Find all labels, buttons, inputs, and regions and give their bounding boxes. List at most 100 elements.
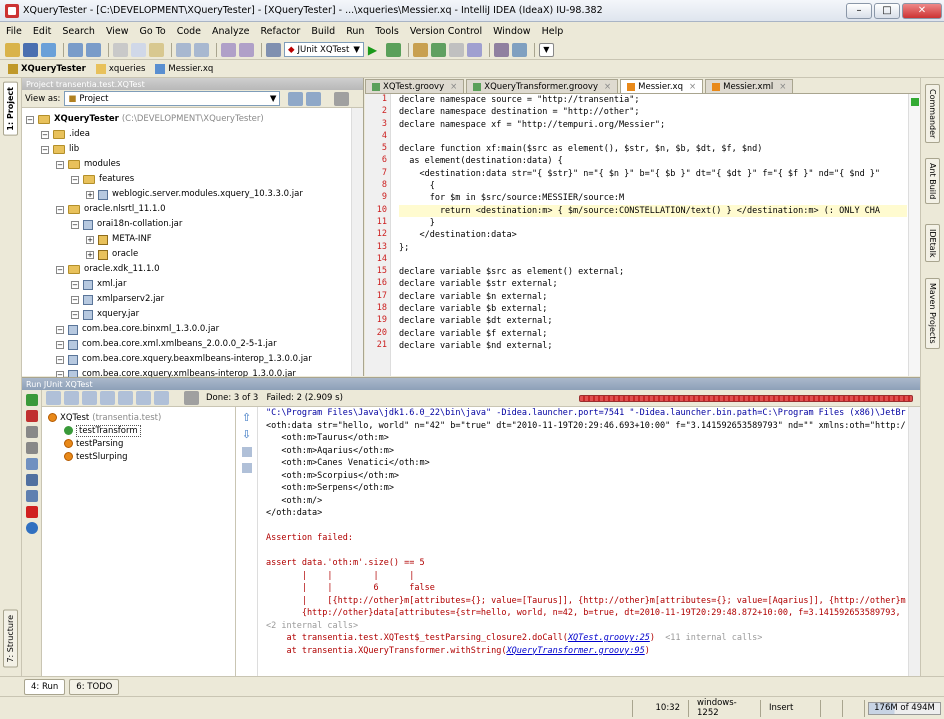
down-arrow-icon[interactable]: ⇩ [236,428,257,441]
expand-toggle-icon[interactable]: − [26,115,34,124]
menu-edit[interactable]: Edit [33,26,51,37]
code-line[interactable]: declare variable $str external; [399,278,907,290]
vcs-update-icon[interactable] [412,42,428,57]
code-line[interactable]: as element(destination:data) { [399,155,907,167]
menu-analyze[interactable]: Analyze [212,26,249,37]
view-as-select[interactable]: ■ Project ▼ [64,91,281,106]
code-line[interactable]: declare variable $f external; [399,328,907,340]
open-icon[interactable] [5,42,20,57]
code-line[interactable]: }; [399,242,907,254]
inspection-icon[interactable] [842,699,864,717]
tool-tab-ant-build[interactable]: Ant Build [925,158,940,205]
up-arrow-icon[interactable]: ⇧ [236,411,257,424]
close-tab-icon[interactable]: × [450,82,457,92]
code-line[interactable]: </destination:data> [399,229,907,241]
file-encoding[interactable]: windows-1252 [688,698,760,718]
expand-toggle-icon[interactable]: − [56,160,64,169]
menu-view[interactable]: View [106,26,129,37]
close-icon[interactable] [25,506,38,518]
expand-toggle-icon[interactable]: − [56,340,64,349]
close-tab-icon[interactable]: × [689,82,696,92]
replace-icon[interactable] [194,42,209,57]
copy-icon[interactable] [131,42,146,57]
menu-build[interactable]: Build [311,26,335,37]
tree-item[interactable]: − modules [56,157,120,172]
close-tab-icon[interactable]: × [604,82,611,92]
tool-tab-maven-projects[interactable]: Maven Projects [925,278,940,349]
expand-toggle-icon[interactable]: − [71,295,79,304]
expand-toggle-icon[interactable]: − [41,145,49,154]
editor-tab[interactable]: Messier.xml × [705,79,794,93]
breadcrumb-item[interactable]: XQueryTester [8,63,86,74]
tree-item[interactable]: − xmlparserv2.jar [71,292,164,307]
menu-go-to[interactable]: Go To [140,26,166,37]
expand-toggle-icon[interactable]: − [56,325,64,334]
tree-item[interactable]: − orai18n-collation.jar [71,217,182,232]
minimize-button[interactable]: – [846,2,872,19]
code-line[interactable]: declare namespace source = "http://trans… [399,94,907,106]
debug-icon[interactable] [385,42,401,57]
scroll-from-source-icon[interactable] [288,91,304,106]
find-icon[interactable] [176,42,191,57]
scroll-to-end-icon[interactable] [241,463,252,473]
code-line[interactable]: { [399,180,907,192]
tree-item[interactable]: − oracle.nlsrtl_11.1.0 [56,202,166,217]
gear-icon[interactable] [184,391,199,405]
code-line[interactable] [399,131,907,143]
cut-icon[interactable] [113,42,128,57]
vcs-commit-icon[interactable] [430,42,446,57]
error-stripe[interactable] [908,94,920,376]
tool-tab-structure[interactable]: 7: Structure [3,610,18,668]
code-line[interactable] [399,254,907,266]
previous-icon[interactable] [118,391,133,405]
redo-icon[interactable] [86,42,101,57]
console-scrollbar[interactable] [908,407,920,677]
structure-icon[interactable] [511,42,527,57]
breadcrumb-item[interactable]: Messier.xq [155,63,213,74]
expand-toggle-icon[interactable]: − [56,265,64,274]
save-icon[interactable] [23,42,38,57]
project-scrollbar[interactable] [351,108,363,376]
tree-item[interactable]: + oracle [86,247,138,262]
tree-item[interactable]: − xml.jar [71,277,126,292]
code-line[interactable]: } [399,217,907,229]
back-icon[interactable] [221,42,236,57]
expand-toggle-icon[interactable]: + [86,235,94,244]
menu-help[interactable]: Help [542,26,564,37]
forward-icon[interactable] [239,42,254,57]
expand-toggle-icon[interactable]: + [86,250,94,259]
read-only-icon[interactable] [820,699,842,717]
tool-tab-idetalk[interactable]: IDEtalk [925,224,940,263]
tree-item[interactable]: − features [71,172,134,187]
pause-icon[interactable] [25,442,38,454]
sync-icon[interactable] [41,42,56,57]
menu-refactor[interactable]: Refactor [260,26,300,37]
tool-tab-commander[interactable]: Commander [925,84,940,144]
tree-item[interactable]: − xquery.jar [71,307,139,322]
vcs-history-icon[interactable] [466,42,482,57]
rerun-failed-icon[interactable] [25,410,38,422]
expand-toggle-icon[interactable]: − [56,355,64,364]
close-tab-icon[interactable]: × [779,82,786,92]
code-line[interactable]: declare variable $n external; [399,291,907,303]
run-config-select[interactable]: ◆ JUnit XQTest ▼ [284,42,364,57]
tree-item[interactable]: − oracle.xdk_11.1.0 [56,262,160,277]
breadcrumb-item[interactable]: xqueries [95,63,145,74]
test-item[interactable]: testSlurping [64,450,128,463]
expand-toggle-icon[interactable]: − [56,205,64,214]
sort-icon[interactable] [64,391,79,405]
expand-all-icon[interactable] [82,391,97,405]
export-icon[interactable] [25,474,38,486]
tree-item[interactable]: + META-INF [86,232,152,247]
expand-toggle-icon[interactable]: − [41,130,49,139]
test-item[interactable]: testParsing [64,437,123,450]
gear-icon[interactable] [334,91,350,106]
expand-toggle-icon[interactable]: − [71,310,79,319]
run-icon[interactable]: ▶ [368,43,383,57]
menu-window[interactable]: Window [493,26,530,37]
editor-tab[interactable]: Messier.xq × [620,79,704,93]
help-icon[interactable] [25,522,38,534]
expand-toggle-icon[interactable]: − [71,280,79,289]
soft-wrap-icon[interactable] [241,447,252,457]
tree-item[interactable]: − com.bea.core.binxml_1.3.0.0.jar [56,322,219,337]
